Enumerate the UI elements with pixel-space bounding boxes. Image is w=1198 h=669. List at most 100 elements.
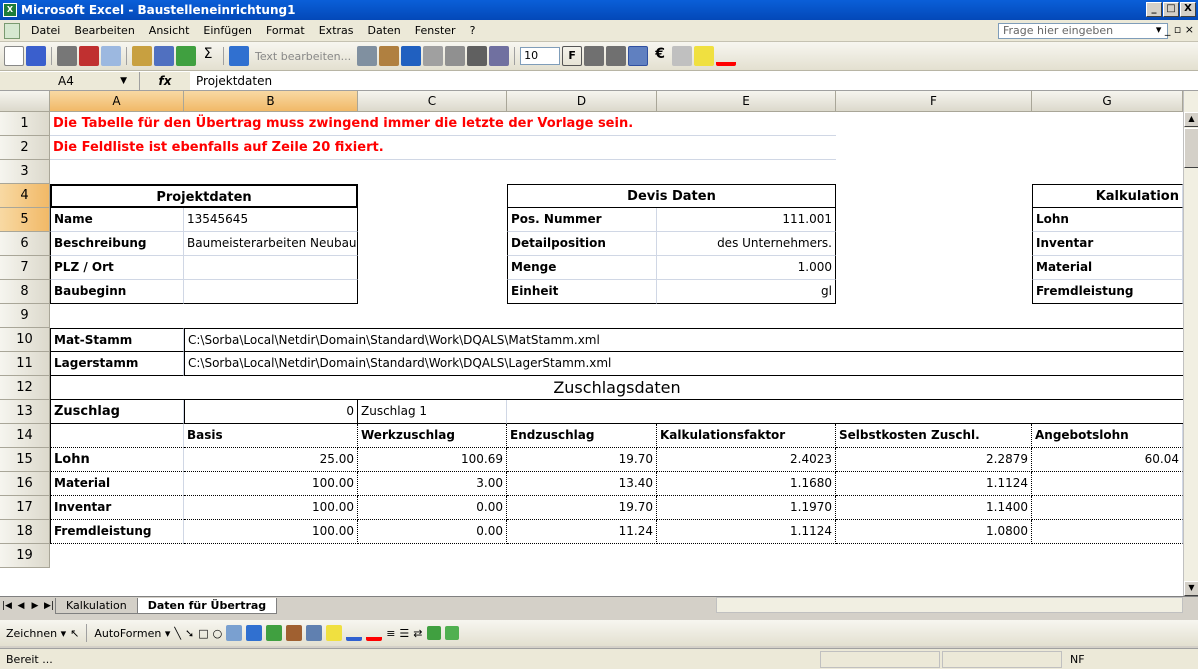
menu-help[interactable]: ?	[463, 24, 483, 37]
review-icon[interactable]	[357, 46, 378, 66]
row-label-fremdleistung[interactable]: Fremdleistung	[50, 520, 184, 544]
font-color-a-icon[interactable]	[716, 46, 737, 66]
phonetic-icon[interactable]	[445, 46, 466, 66]
row-label-inventar[interactable]: Inventar	[50, 496, 184, 520]
spacing-icon[interactable]	[489, 46, 510, 66]
row-header-14[interactable]: 14	[0, 424, 50, 448]
row-header-5[interactable]: 5	[0, 208, 50, 232]
row-header-12[interactable]: 12	[0, 376, 50, 400]
scroll-up-icon[interactable]: ▲	[1184, 112, 1198, 127]
line-color-icon[interactable]	[346, 625, 363, 641]
autosum-icon[interactable]: Σ	[198, 46, 218, 66]
menu-bearbeiten[interactable]: Bearbeiten	[67, 24, 141, 37]
cell-e7[interactable]: 1.000	[657, 256, 836, 280]
next-sheet-icon[interactable]: ▶	[28, 601, 42, 611]
cell-a4-projektdaten[interactable]: Projektdaten	[50, 184, 358, 208]
close-button[interactable]: X	[1180, 2, 1196, 17]
character-spacing-icon[interactable]	[423, 46, 444, 66]
borders-icon[interactable]	[672, 46, 693, 66]
fx-icon[interactable]: fx	[140, 71, 190, 90]
row-header-16[interactable]: 16	[0, 472, 50, 496]
cell-a6[interactable]: Beschreibung	[50, 232, 184, 256]
table-cell[interactable]: 1.1124	[836, 472, 1032, 496]
menu-fenster[interactable]: Fenster	[408, 24, 463, 37]
table-cell[interactable]: 60.04	[1032, 448, 1183, 472]
cell-a11[interactable]: Lagerstamm	[50, 352, 184, 376]
header-angebotslohn[interactable]: Angebotslohn	[1032, 424, 1183, 448]
table-cell[interactable]: 0.00	[358, 520, 507, 544]
table-cell[interactable]: 100.00	[184, 520, 358, 544]
clipart-icon[interactable]	[286, 625, 303, 641]
scroll-thumb[interactable]	[1184, 128, 1198, 168]
table-cell[interactable]: 3.00	[358, 472, 507, 496]
formula-input[interactable]: Projektdaten	[190, 74, 1198, 88]
cell-a12-zuschlagsdaten[interactable]: Zuschlagsdaten	[50, 376, 1183, 400]
diagram-icon[interactable]	[266, 625, 283, 641]
row-header-11[interactable]: 11	[0, 352, 50, 376]
row-header-9[interactable]: 9	[0, 304, 50, 328]
new-icon[interactable]	[4, 46, 24, 66]
menu-extras[interactable]: Extras	[312, 24, 361, 37]
line-style-icon[interactable]: ≡	[386, 627, 395, 640]
cell-d6[interactable]: Detailposition	[507, 232, 657, 256]
text-edit-button[interactable]: Text bearbeiten...	[251, 50, 355, 63]
row-header-2[interactable]: 2	[0, 136, 50, 160]
cell-a1[interactable]: Die Tabelle für den Übertrag muss zwinge…	[50, 112, 836, 136]
picture-icon[interactable]	[306, 625, 323, 641]
workbook-icon[interactable]	[4, 22, 20, 39]
column-header-a[interactable]: A	[50, 91, 184, 112]
cell-d5[interactable]: Pos. Nummer	[507, 208, 657, 232]
insert-hyperlink-icon[interactable]	[176, 46, 196, 66]
cell-b5[interactable]: 13545645	[184, 208, 358, 232]
fill-color-icon[interactable]	[694, 46, 715, 66]
line-icon[interactable]: ╲	[174, 627, 181, 640]
cell-g6[interactable]: Inventar	[1032, 232, 1183, 256]
table-cell[interactable]: 1.1124	[657, 520, 836, 544]
table-cell[interactable]: 13.40	[507, 472, 657, 496]
table-cell[interactable]: 11.24	[507, 520, 657, 544]
table-cell[interactable]: 19.70	[507, 448, 657, 472]
last-sheet-icon[interactable]: ▶|	[42, 601, 56, 611]
row-header-19[interactable]: 19	[0, 544, 50, 568]
menu-ansicht[interactable]: Ansicht	[142, 24, 197, 37]
menu-datei[interactable]: Datei	[24, 24, 67, 37]
select-all-corner[interactable]	[0, 91, 50, 112]
paste-icon[interactable]	[132, 46, 152, 66]
font-color-icon[interactable]	[366, 625, 383, 641]
menu-einfuegen[interactable]: Einfügen	[196, 24, 259, 37]
row-header-1[interactable]: 1	[0, 112, 50, 136]
scroll-down-icon[interactable]: ▼	[1184, 581, 1198, 596]
draw-menu-button[interactable]: Zeichnen ▾	[6, 627, 66, 640]
shadow-icon[interactable]	[426, 626, 441, 640]
menu-daten[interactable]: Daten	[361, 24, 408, 37]
table-cell[interactable]: 1.0800	[836, 520, 1032, 544]
table-cell[interactable]: 2.4023	[657, 448, 836, 472]
arrow-style-icon[interactable]: ⇄	[413, 627, 422, 640]
permission-icon[interactable]	[79, 46, 99, 66]
cell-d7[interactable]: Menge	[507, 256, 657, 280]
align-left-icon[interactable]	[584, 46, 605, 66]
row-label-lohn[interactable]: Lohn	[50, 448, 184, 472]
header-selbstkosten[interactable]: Selbstkosten Zuschl.	[836, 424, 1032, 448]
cell-d4-devis[interactable]: Devis Daten	[507, 184, 836, 208]
row-header-6[interactable]: 6	[0, 232, 50, 256]
cell-e5[interactable]: 111.001	[657, 208, 836, 232]
cell-a10[interactable]: Mat-Stamm	[50, 328, 184, 352]
restore-button[interactable]: □	[1163, 2, 1179, 17]
column-header-f[interactable]: F	[836, 91, 1032, 112]
header-kalkulationsfaktor[interactable]: Kalkulationsfaktor	[657, 424, 836, 448]
table-cell[interactable]	[1032, 520, 1183, 544]
row-header-17[interactable]: 17	[0, 496, 50, 520]
column-header-g[interactable]: G	[1032, 91, 1183, 112]
table-cell[interactable]	[1032, 472, 1183, 496]
row-label-material[interactable]: Material	[50, 472, 184, 496]
save-icon[interactable]	[26, 46, 46, 66]
cell-b13[interactable]: 0	[184, 400, 358, 424]
cell-g5[interactable]: Lohn	[1032, 208, 1183, 232]
help-search-input[interactable]: Frage hier eingeben	[998, 23, 1168, 39]
cell-g8[interactable]: Fremdleistung	[1032, 280, 1183, 304]
tab-daten-fuer-uebertrag[interactable]: Daten für Übertrag	[136, 597, 278, 614]
font-color-icon[interactable]	[401, 46, 422, 66]
brush-icon[interactable]	[379, 46, 400, 66]
cell-d8[interactable]: Einheit	[507, 280, 657, 304]
